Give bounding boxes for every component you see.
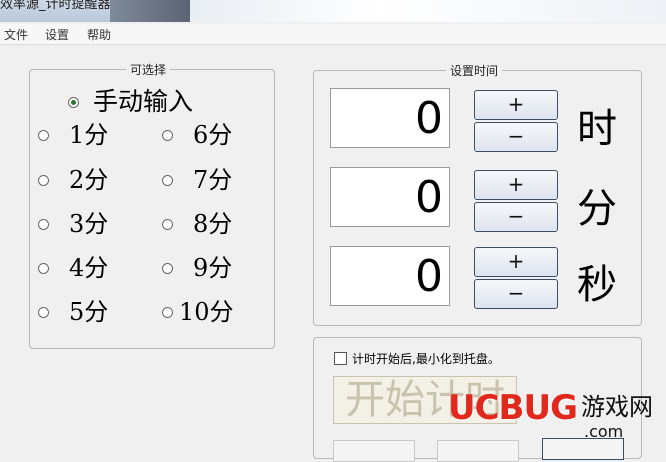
radio-dot[interactable] [162,218,173,230]
minutes-minus-button[interactable]: − [474,202,558,232]
radio-7min[interactable]: 7分 [162,166,232,194]
lower-button-middle[interactable] [437,440,519,462]
hours-minus-button[interactable]: − [474,122,558,152]
radio-manual-label: 手动输入 [93,87,194,116]
minutes-display[interactable]: 0 [330,167,450,227]
radio-label: 4分 [69,254,109,282]
radio-label: 8分 [193,210,233,238]
minimize-to-tray-label: 计时开始后,最小化到托盘。 [352,352,500,366]
radio-1min[interactable]: 1分 [38,121,108,149]
time-group-title: 设置时间 [446,62,503,79]
menu-settings[interactable]: 设置 [45,26,69,43]
watermark-domain: .com [584,422,624,441]
lower-button-right[interactable] [542,438,624,460]
radio-dot-selected[interactable] [68,96,79,108]
radio-label: 2分 [69,166,109,194]
radio-dot[interactable] [38,218,49,230]
radio-label: 7分 [193,166,233,194]
radio-manual-input[interactable]: 手动输入 [68,88,193,116]
menu-file[interactable]: 文件 [4,26,28,43]
minutes-unit-label: 分 [577,186,617,232]
titlebar-background-right [190,0,666,22]
minimize-to-tray-checkbox[interactable]: 计时开始后,最小化到托盘。 [334,350,500,367]
radio-10min[interactable]: 10分 [162,298,234,326]
radio-dot[interactable] [38,262,49,274]
radio-dot[interactable] [38,174,49,186]
window-titlebar: 效率源_计时提醒器 [0,0,666,22]
menu-bar: 文件 设置 帮助 [0,24,666,45]
seconds-unit-label: 秒 [577,262,617,308]
lower-button-left[interactable] [333,440,415,462]
radio-label: 1分 [69,121,109,149]
radio-9min[interactable]: 9分 [162,254,232,282]
watermark-logo: UCBUG 游戏网 .com [448,388,653,441]
radio-5min[interactable]: 5分 [38,298,108,326]
radio-dot[interactable] [38,129,49,141]
radio-label: 6分 [193,121,233,149]
radio-3min[interactable]: 3分 [38,210,108,238]
radio-dot[interactable] [162,129,173,141]
radio-6min[interactable]: 6分 [162,121,232,149]
titlebar-background [110,0,190,22]
radio-8min[interactable]: 8分 [162,210,232,238]
options-group-title: 可选择 [126,61,171,78]
radio-2min[interactable]: 2分 [38,166,108,194]
hours-display[interactable]: 0 [330,88,450,148]
seconds-plus-button[interactable]: + [474,247,558,277]
watermark-cn: 游戏网 [581,393,653,421]
radio-dot[interactable] [38,306,49,318]
window-title: 效率源_计时提醒器 [0,0,111,12]
radio-label: 10分 [179,298,234,326]
checkbox-box[interactable] [334,352,347,365]
menu-help[interactable]: 帮助 [87,26,111,43]
radio-label: 3分 [69,210,109,238]
seconds-minus-button[interactable]: − [474,279,558,309]
radio-label: 5分 [69,298,109,326]
radio-dot[interactable] [162,262,173,274]
hours-plus-button[interactable]: + [474,90,558,120]
watermark-brand: UCBUG [448,388,578,428]
radio-dot[interactable] [162,174,173,186]
seconds-display[interactable]: 0 [330,246,450,306]
radio-4min[interactable]: 4分 [38,254,108,282]
radio-label: 9分 [193,254,233,282]
hours-unit-label: 时 [577,106,617,152]
radio-dot[interactable] [162,306,173,318]
minutes-plus-button[interactable]: + [474,170,558,200]
